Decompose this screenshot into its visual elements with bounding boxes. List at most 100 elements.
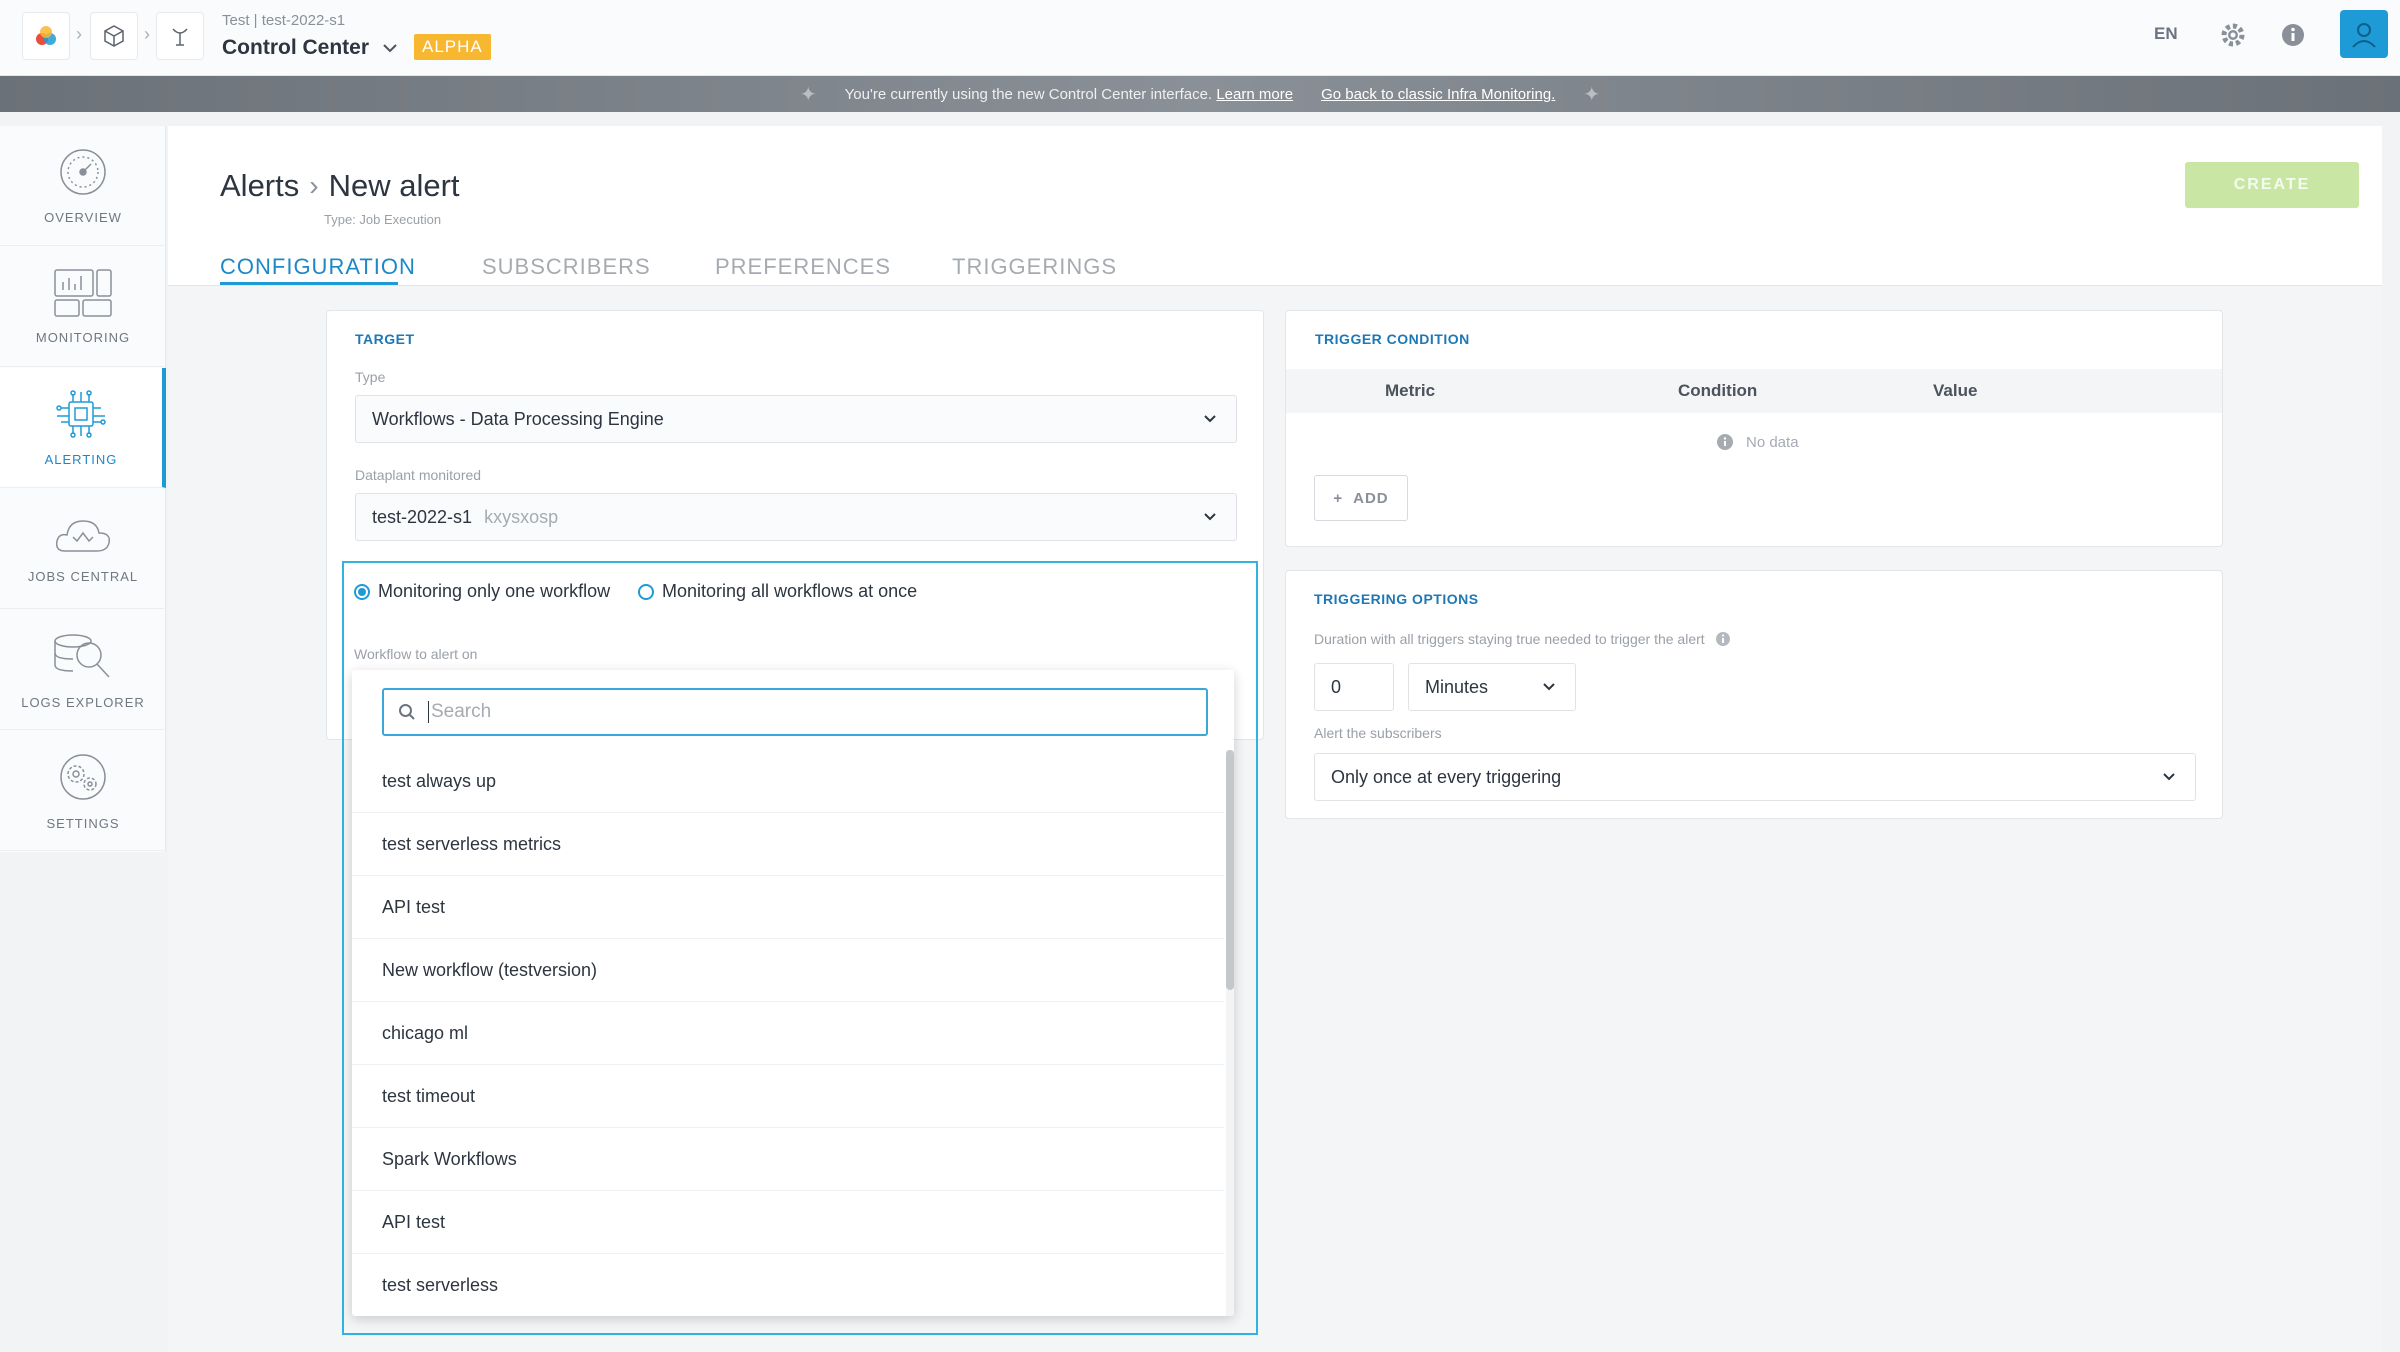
list-item[interactable]: test serverless: [352, 1254, 1224, 1316]
duration-unit-value: Minutes: [1425, 676, 1489, 697]
list-item[interactable]: chicago ml: [352, 1002, 1224, 1065]
duration-label: Duration with all triggers staying true …: [1314, 631, 1705, 647]
dataplant-select[interactable]: test-2022-s1 kxysxosp: [355, 493, 1237, 541]
gear-icon: [60, 754, 106, 800]
alert-subscribers-label: Alert the subscribers: [1314, 725, 1442, 741]
trigger-condition-title: TRIGGER CONDITION: [1315, 331, 1470, 347]
sidebar-item-alerting[interactable]: ALERTING: [0, 368, 166, 488]
no-data-text: No data: [1746, 433, 1799, 451]
type-value: Workflows - Data Processing Engine: [372, 408, 664, 429]
banner-message: You're currently using the new Control C…: [844, 85, 1213, 103]
sidebar-item-monitoring[interactable]: MONITORING: [0, 247, 166, 367]
search-placeholder: Search: [428, 701, 491, 723]
language-selector[interactable]: EN: [2154, 24, 2178, 44]
chevron-right-icon: ›: [144, 24, 150, 44]
gear-icon[interactable]: [2218, 20, 2248, 50]
user-avatar[interactable]: [2340, 10, 2388, 58]
add-label: ADD: [1353, 489, 1389, 507]
antenna-icon[interactable]: [156, 12, 204, 60]
interface-banner: ✦ You're currently using the new Control…: [0, 76, 2400, 112]
sparkle-icon: ✦: [799, 83, 817, 106]
list-item[interactable]: test serverless metrics: [352, 813, 1224, 876]
monitor-icon: [54, 269, 112, 317]
list-item[interactable]: API test: [352, 876, 1224, 939]
radio-all-workflows[interactable]: Monitoring all workflows at once: [638, 581, 917, 602]
list-item[interactable]: Spark Workflows: [352, 1128, 1224, 1191]
radio-one-label: Monitoring only one workflow: [378, 581, 611, 601]
list-item[interactable]: test always up: [352, 750, 1224, 813]
breadcrumb-alerts-link[interactable]: Alerts: [220, 168, 299, 204]
classic-monitoring-link[interactable]: Go back to classic Infra Monitoring.: [1321, 86, 1555, 103]
target-title: TARGET: [355, 331, 415, 347]
sidebar: OVERVIEW MONITORING ALERTING JOBS CENTRA…: [0, 126, 166, 852]
radio-one-workflow[interactable]: Monitoring only one workflow: [354, 581, 610, 602]
cloud-icon: [55, 520, 111, 552]
sidebar-item-logs-explorer[interactable]: LOGS EXPLORER: [0, 610, 166, 730]
workflow-dropdown: Search test always up test serverless me…: [352, 670, 1234, 1316]
list-item[interactable]: test timeout: [352, 1065, 1224, 1128]
sidebar-item-jobs-central[interactable]: JOBS CENTRAL: [0, 489, 166, 609]
chevron-right-icon: ›: [76, 24, 82, 44]
tab-subscribers[interactable]: SUBSCRIBERS: [482, 254, 651, 280]
column-metric: Metric: [1385, 381, 1436, 400]
triggering-options-title: TRIGGERING OPTIONS: [1314, 591, 1479, 607]
tab-triggerings[interactable]: TRIGGERINGS: [952, 254, 1117, 280]
alpha-badge: ALPHA: [414, 34, 491, 60]
radio-button-checked: [354, 583, 370, 600]
trigger-condition-card: TRIGGER CONDITION Metric Condition Value…: [1285, 310, 2223, 547]
page-title: Alerts › New alert: [220, 168, 460, 204]
app-name: Control Center: [222, 36, 369, 59]
search-icon: [399, 704, 415, 720]
dataplant-label: Dataplant monitored: [355, 467, 482, 483]
list-item[interactable]: New workflow (testversion): [352, 939, 1224, 1002]
type-label: Type: [355, 369, 386, 385]
plus-icon: +: [1333, 489, 1344, 507]
sidebar-item-label: JOBS CENTRAL: [27, 569, 139, 584]
duration-unit-select[interactable]: Minutes: [1408, 663, 1576, 711]
active-tab-indicator: [220, 282, 398, 285]
alert-frequency-value: Only once at every triggering: [1331, 766, 1562, 787]
sidebar-item-settings[interactable]: SETTINGS: [0, 731, 166, 851]
app-switcher[interactable]: Control Center: [222, 36, 397, 60]
chevron-right-icon: ›: [309, 170, 319, 201]
duration-input[interactable]: 0: [1314, 663, 1394, 711]
page-header: Alerts › New alert Type: Job Execution C…: [168, 126, 2382, 286]
magnify-icon: [54, 634, 110, 678]
radio-button-unchecked: [638, 583, 654, 600]
sidebar-item-label: SETTINGS: [46, 816, 120, 831]
duration-label-row: Duration with all triggers staying true …: [1314, 631, 1731, 647]
chevron-down-icon: [1204, 513, 1216, 521]
cube-icon[interactable]: [90, 12, 138, 60]
dataplant-id: kxysxosp: [484, 506, 559, 527]
breadcrumb-current: New alert: [328, 168, 460, 203]
sidebar-item-label: ALERTING: [44, 452, 118, 467]
search-input[interactable]: Search: [382, 688, 1208, 736]
sparkle-icon: ✦: [1583, 83, 1601, 106]
type-select[interactable]: Workflows - Data Processing Engine: [355, 395, 1237, 443]
alert-type-subtitle: Type: Job Execution: [324, 212, 442, 227]
create-button[interactable]: CREATE: [2185, 162, 2359, 208]
chevron-down-icon: [2163, 773, 2175, 781]
scrollbar-thumb[interactable]: [1226, 750, 1234, 990]
dataplant-value: test-2022-s1: [372, 506, 473, 527]
column-value: Value: [1933, 381, 1978, 400]
list-item[interactable]: API test: [352, 1191, 1224, 1254]
column-condition: Condition: [1678, 381, 1758, 400]
alert-frequency-select[interactable]: Only once at every triggering: [1314, 753, 2196, 801]
info-icon: [1717, 434, 1733, 450]
project-breadcrumb[interactable]: Test | test-2022-s1: [222, 12, 345, 29]
learn-more-link[interactable]: Learn more: [1216, 86, 1293, 103]
sidebar-item-overview[interactable]: OVERVIEW: [0, 126, 166, 246]
app-logo-icon[interactable]: [22, 12, 70, 60]
sidebar-item-label: LOGS EXPLORER: [21, 695, 145, 710]
add-condition-button[interactable]: + ADD: [1314, 475, 1408, 521]
info-icon[interactable]: [1715, 631, 1731, 647]
workflow-label: Workflow to alert on: [354, 646, 478, 662]
info-icon[interactable]: [2278, 20, 2308, 50]
radio-all-label: Monitoring all workflows at once: [662, 581, 918, 601]
chevron-down-icon: [1543, 683, 1555, 691]
chevron-down-icon: [383, 44, 397, 53]
sidebar-item-label: MONITORING: [35, 330, 131, 345]
tab-preferences[interactable]: PREFERENCES: [715, 254, 891, 280]
tab-configuration[interactable]: CONFIGURATION: [220, 254, 416, 280]
